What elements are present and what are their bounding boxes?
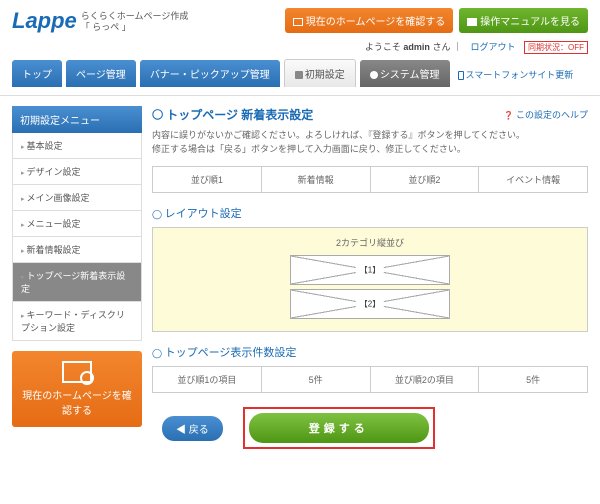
sidebar-item-basic[interactable]: 基本設定	[12, 133, 142, 159]
submit-highlight: 登録する	[243, 407, 435, 449]
manual-button[interactable]: 操作マニュアルを見る	[459, 8, 588, 33]
lock-icon	[295, 71, 303, 79]
order-tab-2[interactable]: 新着情報	[262, 167, 371, 192]
logout-link[interactable]: ログアウト	[470, 42, 515, 52]
layout-slot-2: 【2】	[290, 289, 450, 319]
book-icon	[467, 18, 477, 26]
tab-smartphone[interactable]: スマートフォンサイト更新	[454, 62, 578, 87]
count-title: トップページ表示件数設定	[152, 344, 588, 360]
count-table: 並び順1の項目 5件 並び順2の項目 5件	[152, 366, 588, 393]
sidebar-header: 初期設定メニュー	[12, 106, 142, 133]
tab-top[interactable]: トップ	[12, 60, 62, 87]
tab-initial[interactable]: 初期設定	[284, 59, 356, 87]
description: 内容に誤りがないかご確認ください。よろしければ、『登録する』ボタンを押してくださ…	[152, 129, 588, 156]
monitor-search-icon	[62, 361, 92, 383]
page-title: トップページ 新着表示設定 この設定のヘルプ	[152, 106, 588, 123]
order-tab-3[interactable]: 並び順2	[371, 167, 480, 192]
sidebar-item-keyword[interactable]: キーワード・ディスクリプション設定	[12, 302, 142, 341]
sidebar-item-mainimg[interactable]: メイン画像設定	[12, 185, 142, 211]
sidebar-item-design[interactable]: デザイン設定	[12, 159, 142, 185]
sidebar-item-topnews[interactable]: トップページ新着表示設定	[12, 263, 142, 302]
sidebar-item-menu[interactable]: メニュー設定	[12, 211, 142, 237]
sync-status: 同期状況：OFF	[524, 41, 588, 54]
logo: Lappe	[12, 8, 77, 34]
tab-banner[interactable]: バナー・ピックアップ管理	[140, 60, 280, 87]
check-homepage-button[interactable]: 現在のホームページを確認する	[285, 8, 454, 33]
order-tabs: 並び順1 新着情報 並び順2 イベント情報	[152, 166, 588, 193]
layout-slot-1: 【1】	[290, 255, 450, 285]
sidebar-item-news[interactable]: 新着情報設定	[12, 237, 142, 263]
phone-icon	[458, 71, 464, 80]
order-tab-4[interactable]: イベント情報	[479, 167, 587, 192]
tab-page[interactable]: ページ管理	[66, 60, 136, 87]
gear-icon	[370, 71, 378, 79]
window-icon	[293, 18, 303, 26]
help-link[interactable]: この設定のヘルプ	[504, 108, 588, 121]
tagline: らくらくホームページ作成「 らっぺ 」	[81, 8, 189, 33]
sidebar-cta[interactable]: 現在のホームページを確認する	[12, 351, 142, 427]
submit-button[interactable]: 登録する	[249, 413, 429, 443]
tab-system[interactable]: システム管理	[360, 60, 450, 87]
layout-preview: 2カテゴリ縦並び 【1】 【2】	[152, 227, 588, 332]
user-bar: ようこそ admin さん ｜ ログアウト 同期状況：OFF	[0, 38, 600, 59]
order-tab-1[interactable]: 並び順1	[153, 167, 262, 192]
layout-title: レイアウト設定	[152, 205, 588, 221]
back-button[interactable]: ◀ 戻る	[162, 416, 223, 441]
